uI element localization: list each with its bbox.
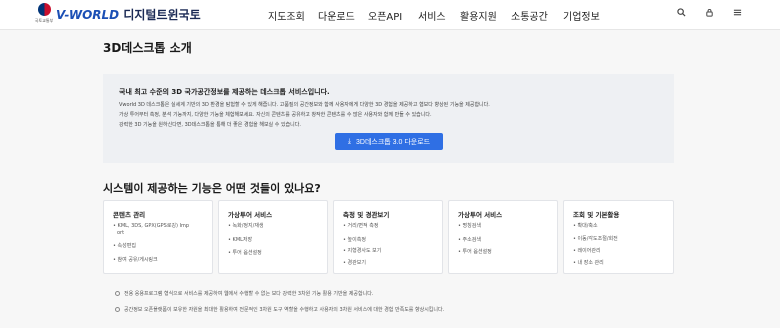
card-item: • 투어 옵션설정: [458, 249, 492, 255]
search-icon[interactable]: [676, 8, 686, 20]
card-item: • 이동/각도조절/회전: [573, 236, 618, 242]
download-button[interactable]: ⤓ 3D데스크톱 3.0 다운로드: [335, 133, 443, 150]
card-item: • 참여 공유/게시링크: [113, 257, 158, 263]
card-item: • 투어 옵션설정: [228, 250, 262, 256]
notes: 전용 응용프로그램 형식으로 서비스를 제공하여 웹에서 수행할 수 없는 보다…: [103, 281, 674, 321]
intro-text-3: 강력한 3D 기능을 원하신다면, 3D데스크톱을 통해 더 좋은 경험을 해보…: [119, 122, 301, 128]
nav-company[interactable]: 기업정보: [563, 8, 600, 23]
nav-map-view[interactable]: 지도조회: [268, 8, 305, 23]
feature-card-tour: 가상투어 서비스 • 녹화/정지/재생 • KML저장 • 투어 옵션설정: [218, 200, 328, 274]
card-item: • 레이어관리: [573, 248, 601, 254]
header-icons: [676, 8, 742, 20]
features-title: 시스템이 제공하는 기능은 어떤 것들이 있나요?: [103, 182, 321, 195]
download-icon: ⤓: [347, 137, 351, 145]
nav-open-api[interactable]: 오픈API: [368, 8, 402, 23]
card-item: • KML, 3DS, GPX(GPS로깅) Imp: [113, 223, 190, 229]
card-item: • 지형경사도 보기: [343, 248, 382, 254]
page-title: 3D데스크톱 소개: [103, 41, 192, 55]
feature-card-search: 가상투어 서비스 • 명칭검색 • 주소검색 • 투어 옵션설정: [448, 200, 558, 274]
card-item: • 높이측정: [343, 237, 366, 243]
card-item: • 녹화/정지/재생: [228, 223, 264, 229]
card-item: • 주소검색: [458, 237, 481, 243]
download-label: 3D데스크톱 3.0 다운로드: [356, 138, 431, 146]
feature-card-measure: 측정 및 경관보기 • 거리/면적 측정 • 높이측정 • 지형경사도 보기 •…: [333, 200, 443, 274]
card-item: • 속성편집: [113, 243, 136, 249]
nav-service[interactable]: 서비스: [418, 8, 446, 23]
card-item: • KML저장: [228, 237, 253, 243]
nav-community[interactable]: 소통공간: [511, 8, 548, 23]
site-header: 국토교통부 V-WORLD 디지털트윈국토 지도조회 다운로드 오픈API 서비…: [0, 0, 780, 30]
nav-download[interactable]: 다운로드: [318, 8, 355, 23]
card-item: • 경관보기: [343, 260, 366, 266]
card-item: ort: [117, 230, 125, 236]
card-title: 콘텐츠 관리: [113, 211, 146, 219]
note-item: 공간정보 오픈플랫폼이 보유한 자원을 최대한 활용하여 전문적인 3차원 도구…: [115, 306, 444, 313]
intro-text-2: 가상 투어부터 측정, 분석 기능까지, 다양한 기능을 체험해보세요. 자신의…: [119, 112, 432, 118]
card-item: • 확대/축소: [573, 223, 598, 229]
nav-support[interactable]: 활용지원: [460, 8, 497, 23]
card-title: 조회 및 기본활용: [573, 211, 620, 219]
card-item: • 명칭검색: [458, 223, 481, 229]
info-icon: [115, 307, 120, 312]
info-icon: [115, 291, 120, 296]
card-item: • 내 장소 관리: [573, 260, 604, 266]
intro-text-1: Vworld 3D 데스크톱은 실세계 기반의 3D 환경을 탐험할 수 있게 …: [119, 102, 490, 108]
lock-icon[interactable]: [704, 8, 714, 20]
note-item: 전용 응용프로그램 형식으로 서비스를 제공하여 웹에서 수행할 수 없는 보다…: [115, 290, 373, 297]
menu-icon[interactable]: [732, 8, 742, 20]
card-item: • 거리/면적 측정: [343, 223, 379, 229]
card-title: 가상투어 서비스: [228, 211, 273, 219]
card-title: 가상투어 서비스: [458, 211, 503, 219]
feature-card-content: 콘텐츠 관리 • KML, 3DS, GPX(GPS로깅) Imp ort • …: [103, 200, 213, 274]
intro-panel: 국내 최고 수준의 3D 국가공간정보를 제공하는 데스크톱 서비스입니다. V…: [103, 74, 674, 163]
intro-heading: 국내 최고 수준의 3D 국가공간정보를 제공하는 데스크톱 서비스입니다.: [119, 88, 330, 96]
main-nav: 지도조회 다운로드 오픈API 서비스 활용지원 소통공간 기업정보: [0, 0, 780, 30]
feature-card-basic: 조회 및 기본활용 • 확대/축소 • 이동/각도조절/회전 • 레이어관리 •…: [563, 200, 674, 274]
card-title: 측정 및 경관보기: [343, 211, 390, 219]
